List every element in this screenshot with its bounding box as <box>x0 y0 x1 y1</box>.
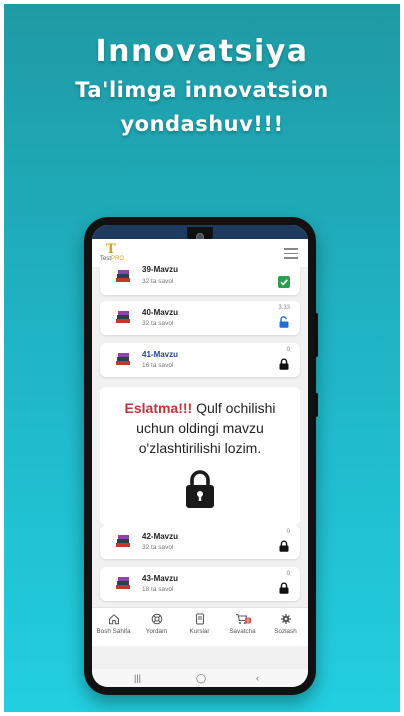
help-icon <box>151 613 162 625</box>
bottom-tab-bar: Bosh Sahifa Yordam Kurslar 0 Savatcha So… <box>92 607 308 646</box>
recent-apps-icon[interactable]: ||| <box>134 673 141 683</box>
books-icon <box>116 270 130 282</box>
headline-subtitle-line1: Ta'limga innovatsion <box>75 78 329 102</box>
topic-title: 41-Mavzu <box>142 350 179 359</box>
back-icon[interactable]: ‹ <box>256 673 259 683</box>
phone-mockup: T TestPRO 39-Mavzu 32 ta savol 40-Mavzu … <box>84 217 318 695</box>
books-icon <box>116 535 130 547</box>
lock-icon <box>279 540 289 552</box>
lock-icon <box>279 582 289 594</box>
books-icon <box>116 353 130 365</box>
courses-icon <box>195 613 204 625</box>
topic-card[interactable]: 42-Mavzu 32 ta savol 0 <box>100 525 300 559</box>
topic-question-count: 32 ta savol <box>142 320 174 327</box>
topic-title: 40-Mavzu <box>142 308 179 317</box>
unlock-icon <box>279 316 289 328</box>
cart-icon: 0 <box>235 614 251 624</box>
home-nav-icon[interactable]: ◯ <box>196 673 206 684</box>
headline-subtitle-line2: yondashuv!!! <box>120 112 284 136</box>
lock-notice-dialog: Eslatma!!! Qulf ochilishi uchun oldingi … <box>100 387 300 525</box>
topic-question-count: 18 ta savol <box>142 586 174 593</box>
system-nav-bar: ||| ◯ ‹ <box>92 669 308 687</box>
app-logo[interactable]: T TestPRO <box>100 242 126 264</box>
topic-card[interactable]: 40-Mavzu 32 ta savol 3.33 <box>100 301 300 335</box>
logo-mark: T <box>106 242 116 257</box>
lock-icon <box>279 358 289 370</box>
tab-label: Sozlash <box>274 628 297 635</box>
topic-title: 43-Mavzu <box>142 574 179 583</box>
phone-volume-button <box>315 313 318 357</box>
phone-power-button <box>315 393 318 417</box>
tab-label: Savatcha <box>229 628 256 635</box>
cart-badge: 0 <box>246 618 249 624</box>
topic-score: 3.33 <box>278 305 290 311</box>
topic-score: 0 <box>286 529 290 535</box>
phone-screen: T TestPRO 39-Mavzu 32 ta savol 40-Mavzu … <box>92 225 308 687</box>
books-icon <box>116 577 130 589</box>
tab-label: Yordam <box>145 628 168 635</box>
topic-question-count: 32 ta savol <box>142 544 174 551</box>
lock-notice-message: Eslatma!!! Qulf ochilishi uchun oldingi … <box>108 398 292 458</box>
topic-title: 42-Mavzu <box>142 532 179 541</box>
tab-home[interactable]: Bosh Sahifa <box>92 613 135 635</box>
tab-label: Bosh Sahifa <box>96 628 131 635</box>
topic-score: 0 <box>286 571 290 577</box>
books-icon <box>116 311 130 323</box>
topic-title: 39-Mavzu <box>142 265 179 274</box>
poster-background: Innovatsiya Ta'limga innovatsion yondash… <box>4 4 400 712</box>
tab-help[interactable]: Yordam <box>135 613 178 635</box>
settings-icon <box>280 614 291 624</box>
lock-icon <box>186 470 214 508</box>
tab-label: Kurslar <box>189 628 210 635</box>
lock-notice-warning: Eslatma!!! <box>124 400 193 416</box>
logo-text-test: Test <box>100 256 112 262</box>
tab-courses[interactable]: Kurslar <box>178 613 221 635</box>
tab-cart[interactable]: 0 Savatcha <box>221 613 264 635</box>
topic-card[interactable]: 39-Mavzu 32 ta savol <box>100 263 300 295</box>
menu-icon[interactable] <box>284 248 298 259</box>
logo-text-pro: PRO <box>111 256 125 262</box>
topic-score: 0 <box>286 347 290 353</box>
headline-title: Innovatsiya <box>95 34 309 69</box>
tab-settings[interactable]: Sozlash <box>264 613 307 635</box>
topic-card[interactable]: 41-Mavzu 16 ta savol 0 <box>100 343 300 377</box>
logo-text: TestPRO <box>100 256 124 262</box>
home-icon <box>108 614 119 625</box>
topic-question-count: 32 ta savol <box>142 278 174 285</box>
topic-question-count: 16 ta savol <box>142 362 174 369</box>
check-icon <box>278 276 290 288</box>
topic-card[interactable]: 43-Mavzu 18 ta savol 0 <box>100 567 300 601</box>
